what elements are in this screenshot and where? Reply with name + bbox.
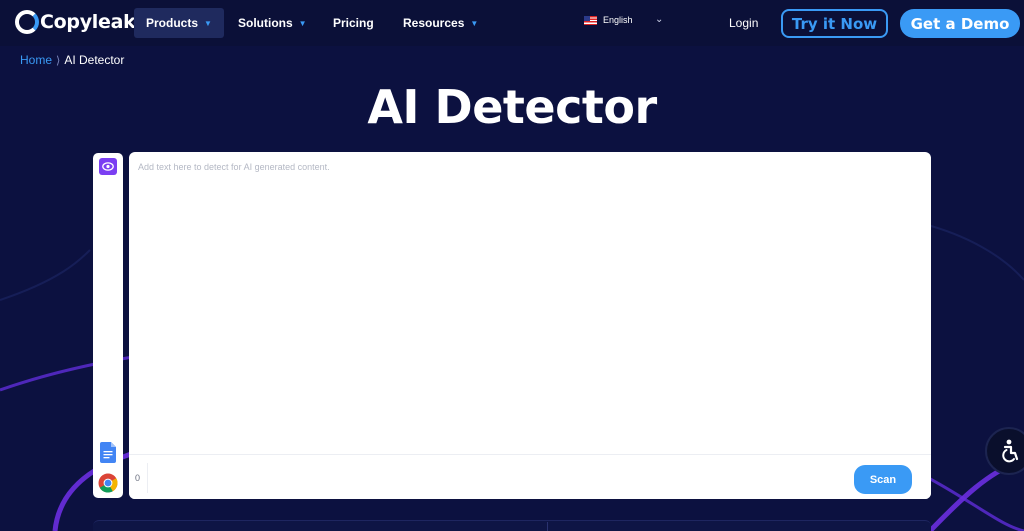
- breadcrumb-home[interactable]: Home: [20, 53, 52, 67]
- text-input[interactable]: [129, 152, 931, 452]
- language-label: English: [603, 15, 633, 25]
- caret-down-icon: ▼: [298, 18, 307, 28]
- chrome-icon[interactable]: [98, 473, 118, 493]
- footer-divider: [147, 463, 148, 493]
- breadcrumb-current: AI Detector: [64, 53, 125, 67]
- caret-down-icon: ▼: [470, 18, 479, 28]
- get-a-demo-button[interactable]: Get a Demo: [900, 9, 1020, 38]
- login-link[interactable]: Login: [729, 16, 758, 30]
- results-panel-divider: [547, 522, 548, 531]
- breadcrumb-separator: ⟩: [56, 54, 61, 67]
- breadcrumb: Home ⟩ AI Detector: [20, 53, 124, 67]
- google-docs-icon[interactable]: [100, 442, 116, 463]
- scan-button[interactable]: Scan: [854, 465, 912, 494]
- us-flag-icon: [584, 15, 597, 25]
- results-panel-edge: [93, 520, 931, 531]
- nav-solutions[interactable]: Solutions ▼: [226, 8, 319, 38]
- eye-icon[interactable]: [99, 158, 117, 175]
- logo-text: Copyleaks: [40, 11, 147, 33]
- try-it-now-button[interactable]: Try it Now: [781, 9, 888, 38]
- logo-c-icon: [15, 10, 39, 34]
- nav-resources[interactable]: Resources ▼: [391, 8, 490, 38]
- nav-pricing[interactable]: Pricing: [321, 8, 386, 38]
- copyleaks-logo[interactable]: Copyleaks: [15, 10, 147, 34]
- nav-resources-label: Resources: [403, 16, 465, 30]
- character-count: 0: [135, 473, 141, 483]
- nav-pricing-label: Pricing: [333, 16, 374, 30]
- nav-solutions-label: Solutions: [238, 16, 293, 30]
- input-source-rail: [93, 153, 123, 498]
- nav-products[interactable]: Products ▼: [134, 8, 224, 38]
- ai-detector-editor: 0 Scan: [129, 152, 931, 499]
- accessibility-icon: [1002, 439, 1019, 463]
- language-selector[interactable]: English: [584, 15, 633, 25]
- editor-footer: 0 Scan: [129, 454, 931, 499]
- page-title: AI Detector: [367, 80, 657, 134]
- chevron-down-icon[interactable]: ⌄: [655, 14, 663, 25]
- accessibility-button[interactable]: [985, 427, 1024, 475]
- nav-products-label: Products: [146, 16, 199, 30]
- caret-down-icon: ▼: [204, 18, 212, 28]
- top-navbar: Copyleaks Products ▼ Solutions ▼ Pricing…: [0, 0, 1024, 46]
